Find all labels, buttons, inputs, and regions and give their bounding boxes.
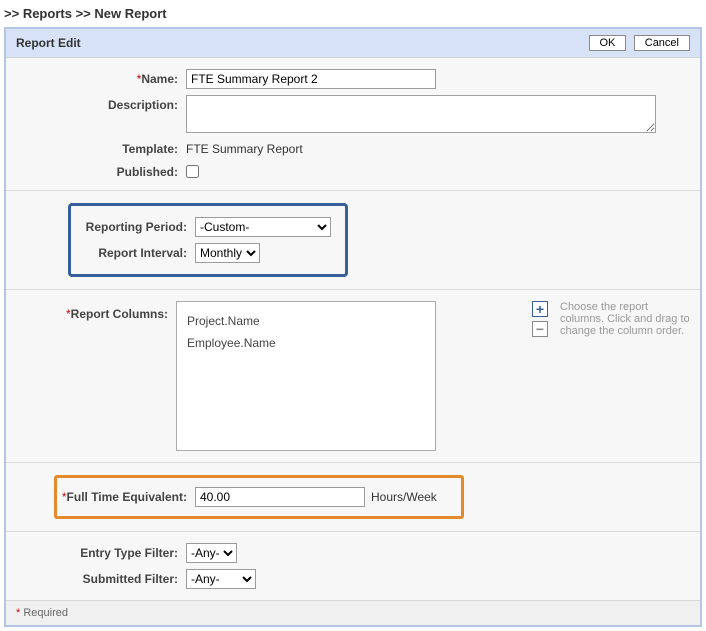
section-period: Reporting Period: -Custom- Report Interv…	[6, 190, 700, 289]
section-basic: *Name: Description: Template: FTE Summar…	[6, 58, 700, 190]
ok-button[interactable]: OK	[589, 35, 627, 51]
period-highlight-box: Reporting Period: -Custom- Report Interv…	[68, 203, 348, 277]
name-input[interactable]	[186, 69, 436, 89]
label-submitted-filter: Submitted Filter:	[16, 569, 186, 586]
label-reporting-period: Reporting Period:	[71, 217, 195, 234]
label-template: Template:	[16, 139, 186, 156]
columns-help-text: Choose the report columns. Click and dra…	[560, 301, 690, 337]
panel-body: *Name: Description: Template: FTE Summar…	[6, 58, 700, 625]
minus-icon: −	[536, 322, 544, 336]
column-item[interactable]: Employee.Name	[187, 332, 425, 354]
panel-title: Report Edit	[16, 36, 81, 50]
published-checkbox[interactable]	[186, 165, 199, 178]
breadcrumb-new-report: New Report	[94, 6, 166, 21]
breadcrumb: >> Reports >> New Report	[0, 0, 706, 27]
submitted-filter-select[interactable]: -Any-	[186, 569, 256, 589]
label-entry-type-filter: Entry Type Filter:	[16, 543, 186, 560]
breadcrumb-reports: Reports	[23, 6, 72, 21]
fte-input[interactable]	[195, 487, 365, 507]
label-description: Description:	[16, 95, 186, 112]
reporting-period-select[interactable]: -Custom-	[195, 217, 331, 237]
required-footer: * Required	[6, 600, 700, 625]
cancel-button[interactable]: Cancel	[634, 35, 690, 51]
column-controls: + −	[532, 301, 548, 337]
template-value: FTE Summary Report	[186, 139, 303, 156]
breadcrumb-sep: >>	[4, 6, 19, 21]
required-label: Required	[20, 607, 68, 619]
entry-type-filter-select[interactable]: -Any-	[186, 543, 237, 563]
add-column-button[interactable]: +	[532, 301, 548, 317]
report-interval-select[interactable]: Monthly	[195, 243, 260, 263]
description-textarea[interactable]	[186, 95, 656, 133]
label-published: Published:	[16, 162, 186, 179]
plus-icon: +	[536, 302, 544, 316]
report-columns-list[interactable]: Project.Name Employee.Name	[176, 301, 436, 451]
report-edit-panel: Report Edit OK Cancel *Name: Description…	[4, 27, 702, 627]
fte-highlight-box: *Full Time Equivalent: Hours/Week	[54, 475, 464, 519]
label-fte: *Full Time Equivalent:	[57, 487, 195, 504]
column-item[interactable]: Project.Name	[187, 310, 425, 332]
breadcrumb-sep: >>	[76, 6, 91, 21]
section-fte: *Full Time Equivalent: Hours/Week	[6, 462, 700, 531]
label-report-interval: Report Interval:	[71, 243, 195, 260]
section-filters: Entry Type Filter: -Any- Submitted Filte…	[6, 531, 700, 600]
fte-unit: Hours/Week	[371, 487, 437, 504]
label-name: *Name:	[16, 69, 186, 86]
label-report-columns: *Report Columns:	[16, 301, 176, 321]
panel-header: Report Edit OK Cancel	[6, 29, 700, 58]
remove-column-button[interactable]: −	[532, 321, 548, 337]
section-columns: *Report Columns: Project.Name Employee.N…	[6, 289, 700, 462]
